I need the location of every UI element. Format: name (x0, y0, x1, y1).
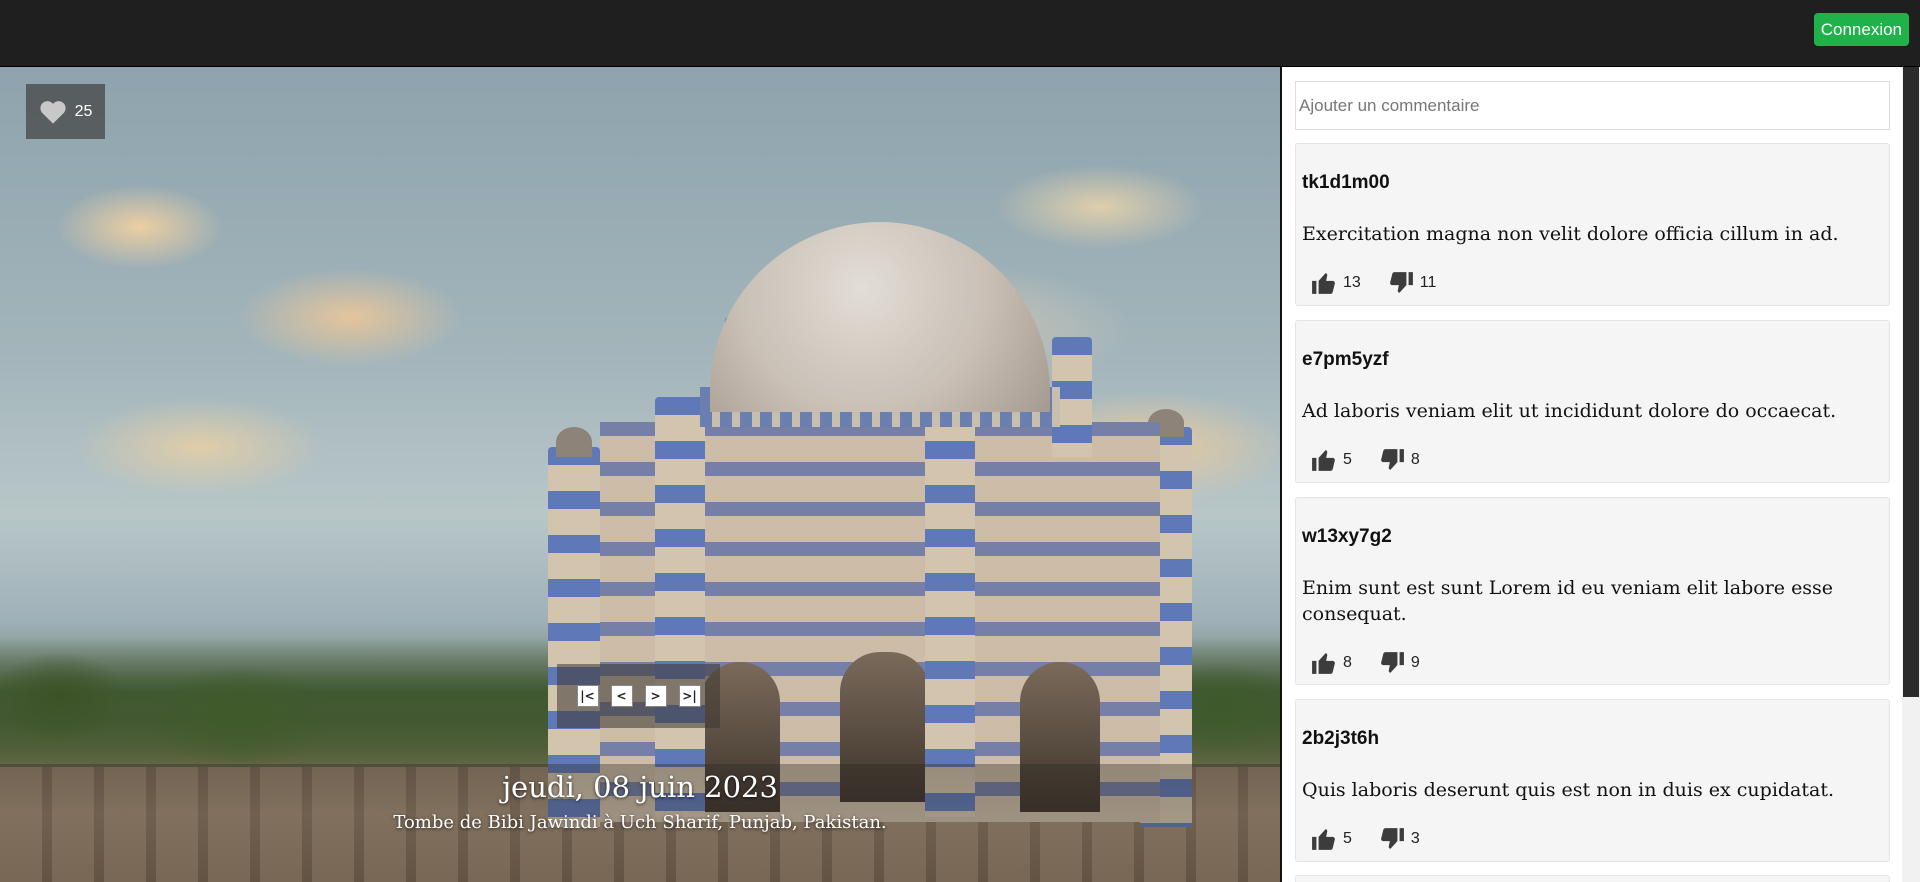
first-photo-button[interactable]: |< (576, 685, 599, 707)
scrollbar-thumb[interactable] (1903, 67, 1919, 697)
like-count: 13 (1343, 274, 1361, 291)
dislike-comment-button[interactable]: 9 (1378, 650, 1420, 676)
photo-of-the-day: 25 |< < > >| jeudi, 08 juin 2023 Tombe d… (0, 67, 1280, 882)
thumbs-up-icon (1312, 273, 1335, 294)
comment-card: e7pm5yzf Ad laboris veniam elit ut incid… (1295, 320, 1890, 483)
thumbs-up-icon (1312, 653, 1335, 674)
like-count: 25 (74, 102, 93, 120)
top-bar: Connexion (0, 0, 1920, 67)
dislike-comment-button[interactable]: 11 (1387, 270, 1437, 296)
login-button[interactable]: Connexion (1813, 13, 1909, 46)
comment-author: 2b2j3t6h (1302, 728, 1380, 749)
thumbs-down-icon (1381, 652, 1404, 673)
thumbs-down-icon (1381, 449, 1404, 470)
comment-text: Exercitation magna non velit dolore offi… (1302, 223, 1839, 245)
thumbs-down-icon (1389, 272, 1413, 293)
comment-card: tk1d1m00 Exercitation magna non velit do… (1295, 143, 1890, 306)
comment-text: Quis laboris deserunt quis est non in du… (1302, 779, 1835, 801)
previous-photo-button[interactable]: < (610, 685, 633, 707)
dislike-count: 3 (1410, 830, 1420, 847)
dislike-comment-button[interactable]: 3 (1378, 826, 1420, 852)
like-count: 5 (1343, 830, 1352, 847)
comment-text: Ad laboris veniam elit ut incididunt dol… (1302, 400, 1837, 422)
next-photo-button[interactable]: > (644, 685, 667, 707)
like-comment-button[interactable]: 5 (1310, 447, 1352, 473)
photo-navigation: |< < > >| (557, 664, 720, 728)
comment-card (1295, 875, 1890, 882)
like-comment-button[interactable]: 8 (1310, 650, 1352, 676)
like-photo-button[interactable]: 25 (26, 84, 105, 139)
last-photo-button[interactable]: >| (678, 685, 701, 707)
photo-date: jeudi, 08 juin 2023 (502, 770, 778, 804)
photo-description: Tombe de Bibi Jawindi à Uch Sharif, Punj… (393, 812, 887, 833)
like-comment-button[interactable]: 5 (1310, 826, 1352, 852)
comment-author: tk1d1m00 (1302, 172, 1390, 193)
thumbs-up-icon (1312, 829, 1335, 850)
dislike-count: 9 (1410, 654, 1420, 671)
like-count: 8 (1343, 654, 1352, 671)
like-comment-button[interactable]: 13 (1310, 270, 1361, 296)
dislike-count: 8 (1410, 451, 1420, 468)
dislike-count: 11 (1419, 274, 1437, 291)
dislike-comment-button[interactable]: 8 (1378, 447, 1420, 473)
comment-author: w13xy7g2 (1302, 526, 1392, 547)
thumbs-up-icon (1312, 450, 1335, 471)
heart-icon (39, 100, 66, 124)
comment-text: Enim sunt est sunt Lorem id eu veniam el… (1302, 577, 1834, 625)
comment-author: e7pm5yzf (1302, 349, 1389, 370)
like-count: 5 (1343, 451, 1352, 468)
comment-input[interactable] (1295, 81, 1890, 130)
thumbs-down-icon (1381, 828, 1404, 849)
comment-card: w13xy7g2 Enim sunt est sunt Lorem id eu … (1295, 497, 1890, 685)
comment-card: 2b2j3t6h Quis laboris deserunt quis est … (1295, 699, 1890, 862)
